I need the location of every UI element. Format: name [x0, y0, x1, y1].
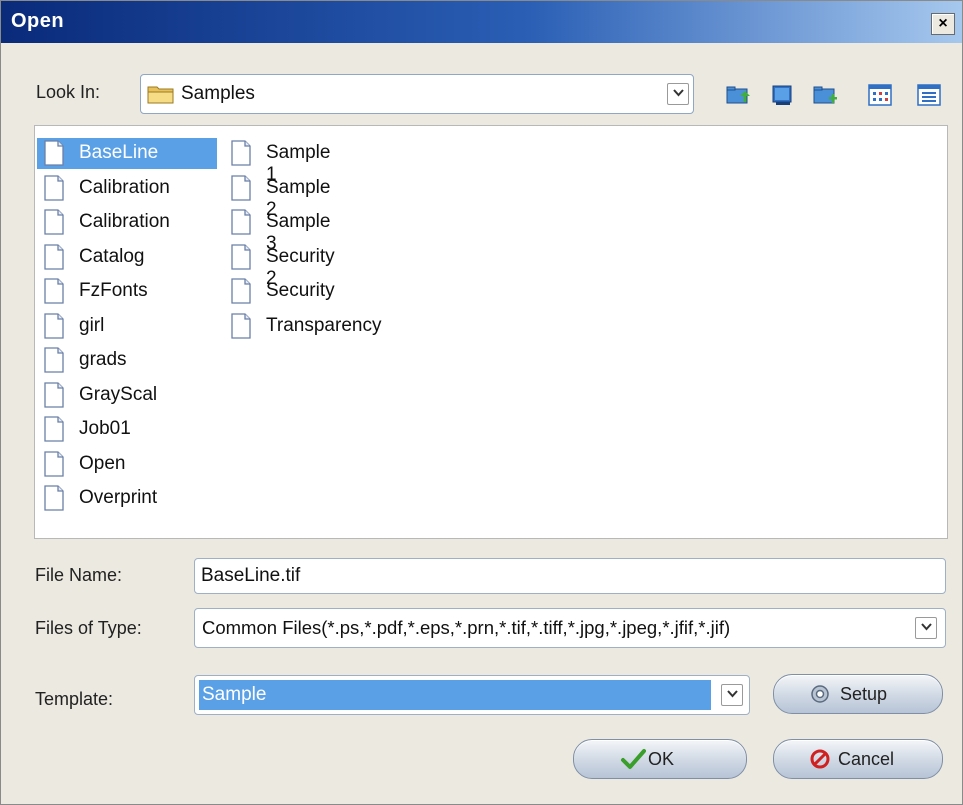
up-folder-icon — [725, 86, 751, 112]
document-icon — [43, 347, 65, 378]
document-icon — [43, 312, 65, 344]
document-icon — [43, 450, 65, 482]
document-icon — [230, 278, 252, 309]
document-icon — [43, 243, 65, 275]
template-dropdown-button[interactable] — [721, 684, 743, 706]
close-icon: × — [938, 15, 948, 32]
files-of-type-combo[interactable]: Common Files(*.ps,*.pdf,*.eps,*.prn,*.ti… — [194, 608, 946, 648]
files-of-type-dropdown-button[interactable] — [915, 617, 937, 639]
file-name-text: Transparency — [266, 314, 382, 336]
document-icon — [230, 312, 252, 344]
new-folder-icon — [812, 86, 838, 112]
setup-button[interactable]: Setup — [773, 674, 943, 714]
open-dialog: Open × Look In: Samples BaseLine Calibra… — [0, 0, 963, 805]
file-name-label: File Name: — [35, 565, 123, 585]
chevron-down-icon — [920, 618, 932, 635]
ok-button[interactable]: OK — [573, 739, 747, 779]
file-name-text: Calibration — [79, 211, 170, 232]
files-of-type-value: Common Files(*.ps,*.pdf,*.eps,*.prn,*.ti… — [202, 617, 731, 638]
close-button[interactable]: × — [931, 13, 955, 35]
files-of-type-label: Files of Type: — [35, 618, 142, 638]
document-icon — [43, 278, 65, 309]
file-name-text: Security — [266, 280, 335, 301]
window-title: Open — [11, 10, 65, 32]
document-icon — [43, 381, 65, 413]
checkmark-icon — [620, 748, 646, 775]
list-view-button[interactable] — [867, 82, 893, 108]
document-icon — [43, 416, 65, 447]
document-icon — [230, 174, 252, 206]
file-name-text: BaseLine — [79, 142, 159, 163]
file-name-input[interactable]: BaseLine.tif — [194, 558, 946, 594]
folder-icon — [147, 83, 175, 110]
file-list[interactable]: BaseLine Calibration Calibration Catalog FzF… — [34, 125, 948, 539]
file-name-text: Calibration — [79, 176, 170, 198]
file-name-text: Job01 — [79, 418, 131, 439]
cancel-button-label: Cancel — [838, 749, 895, 769]
up-folder-button[interactable] — [725, 82, 751, 108]
file-name-text: girl — [79, 314, 105, 336]
list-view-icon — [867, 84, 893, 112]
setup-button-label: Setup — [840, 684, 888, 704]
document-icon — [43, 485, 65, 516]
document-icon — [43, 140, 65, 171]
details-view-button[interactable] — [916, 82, 942, 108]
desktop-button[interactable] — [770, 82, 796, 108]
file-name-text: GrayScal — [79, 383, 158, 405]
look-in-label: Look In: — [36, 82, 101, 102]
file-name-text: FzFonts — [79, 280, 148, 301]
chevron-down-icon — [726, 685, 738, 702]
document-icon — [43, 174, 65, 206]
file-name-text: Open — [79, 452, 126, 474]
document-icon — [230, 209, 252, 240]
look-in-dropdown-button[interactable] — [667, 83, 689, 105]
document-icon — [230, 140, 252, 171]
look-in-value: Samples — [181, 83, 255, 104]
look-in-combo[interactable]: Samples — [140, 74, 694, 114]
chevron-down-icon — [672, 84, 684, 101]
cancel-button[interactable]: Cancel — [773, 739, 943, 779]
template-value: Sample — [202, 684, 267, 705]
document-icon — [43, 209, 65, 240]
details-view-icon — [916, 84, 942, 112]
template-selection-highlight — [199, 680, 711, 710]
gear-icon — [810, 684, 830, 709]
file-name-text: Overprint — [79, 487, 158, 508]
desktop-icon — [770, 85, 796, 112]
template-label: Template: — [35, 689, 114, 709]
file-name-text: grads — [79, 349, 127, 370]
title-bar[interactable]: Open × — [1, 1, 962, 43]
file-name-value: BaseLine.tif — [201, 565, 301, 586]
template-combo[interactable]: Sample — [194, 675, 750, 715]
new-folder-button[interactable] — [812, 82, 838, 108]
document-icon — [230, 243, 252, 275]
cancel-icon — [810, 749, 830, 774]
ok-button-label: OK — [648, 749, 675, 769]
file-name-text: Catalog — [79, 245, 145, 267]
